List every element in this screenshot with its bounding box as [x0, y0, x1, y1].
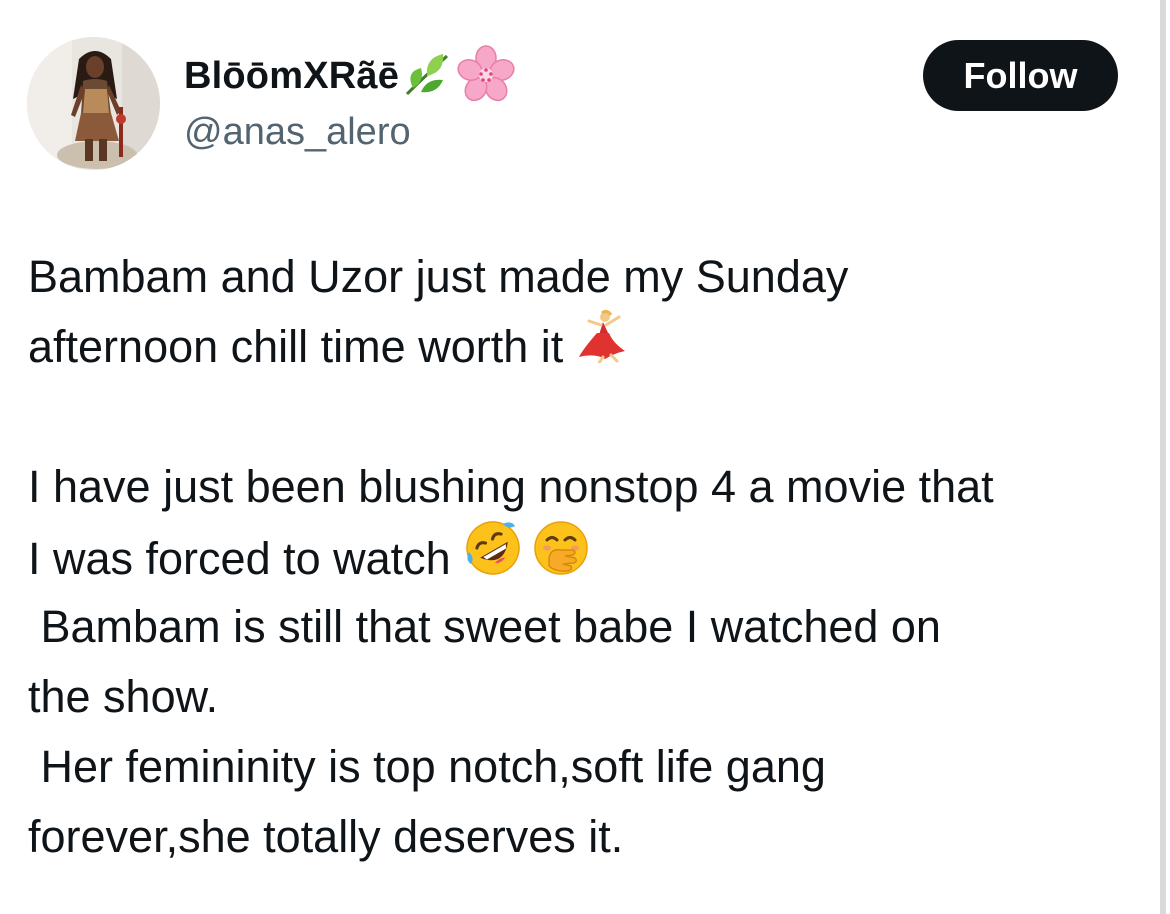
- tweet-line: forever,she totally deserves it.: [28, 811, 624, 862]
- follow-button[interactable]: Follow: [923, 40, 1118, 111]
- tweet-card: BlōōmXRãē @anas_alero Follow Bambam and …: [0, 0, 1170, 914]
- tweet-text: Bambam and Uzor just made my Sunday afte…: [28, 242, 1138, 872]
- dancing-woman-icon: [575, 309, 629, 383]
- herb-icon: [403, 50, 453, 103]
- tweet-line: I was forced to watch: [28, 521, 1138, 592]
- author-name-row[interactable]: BlōōmXRãē: [184, 44, 515, 108]
- display-name[interactable]: BlōōmXRãē: [184, 55, 399, 98]
- rolling-laughing-icon: [463, 518, 523, 598]
- tweet-line: Bambam is still that sweet babe I watche…: [28, 601, 941, 652]
- avatar[interactable]: [27, 37, 160, 170]
- tweet-line: afternoon chill time worth it: [28, 309, 1138, 383]
- cherry-blossom-icon: [457, 44, 515, 108]
- tweet-line: the show.: [28, 671, 219, 722]
- scrollbar[interactable]: [1160, 0, 1166, 914]
- author-handle[interactable]: @anas_alero: [184, 108, 411, 156]
- tweet-line: Her femininity is top notch,soft life ga…: [28, 741, 826, 792]
- avatar-image: [27, 37, 160, 170]
- tweet-line: Bambam and Uzor just made my Sunday: [28, 251, 849, 302]
- tweet-line: I have just been blushing nonstop 4 a mo…: [28, 461, 994, 512]
- hand-over-mouth-icon: [531, 518, 591, 598]
